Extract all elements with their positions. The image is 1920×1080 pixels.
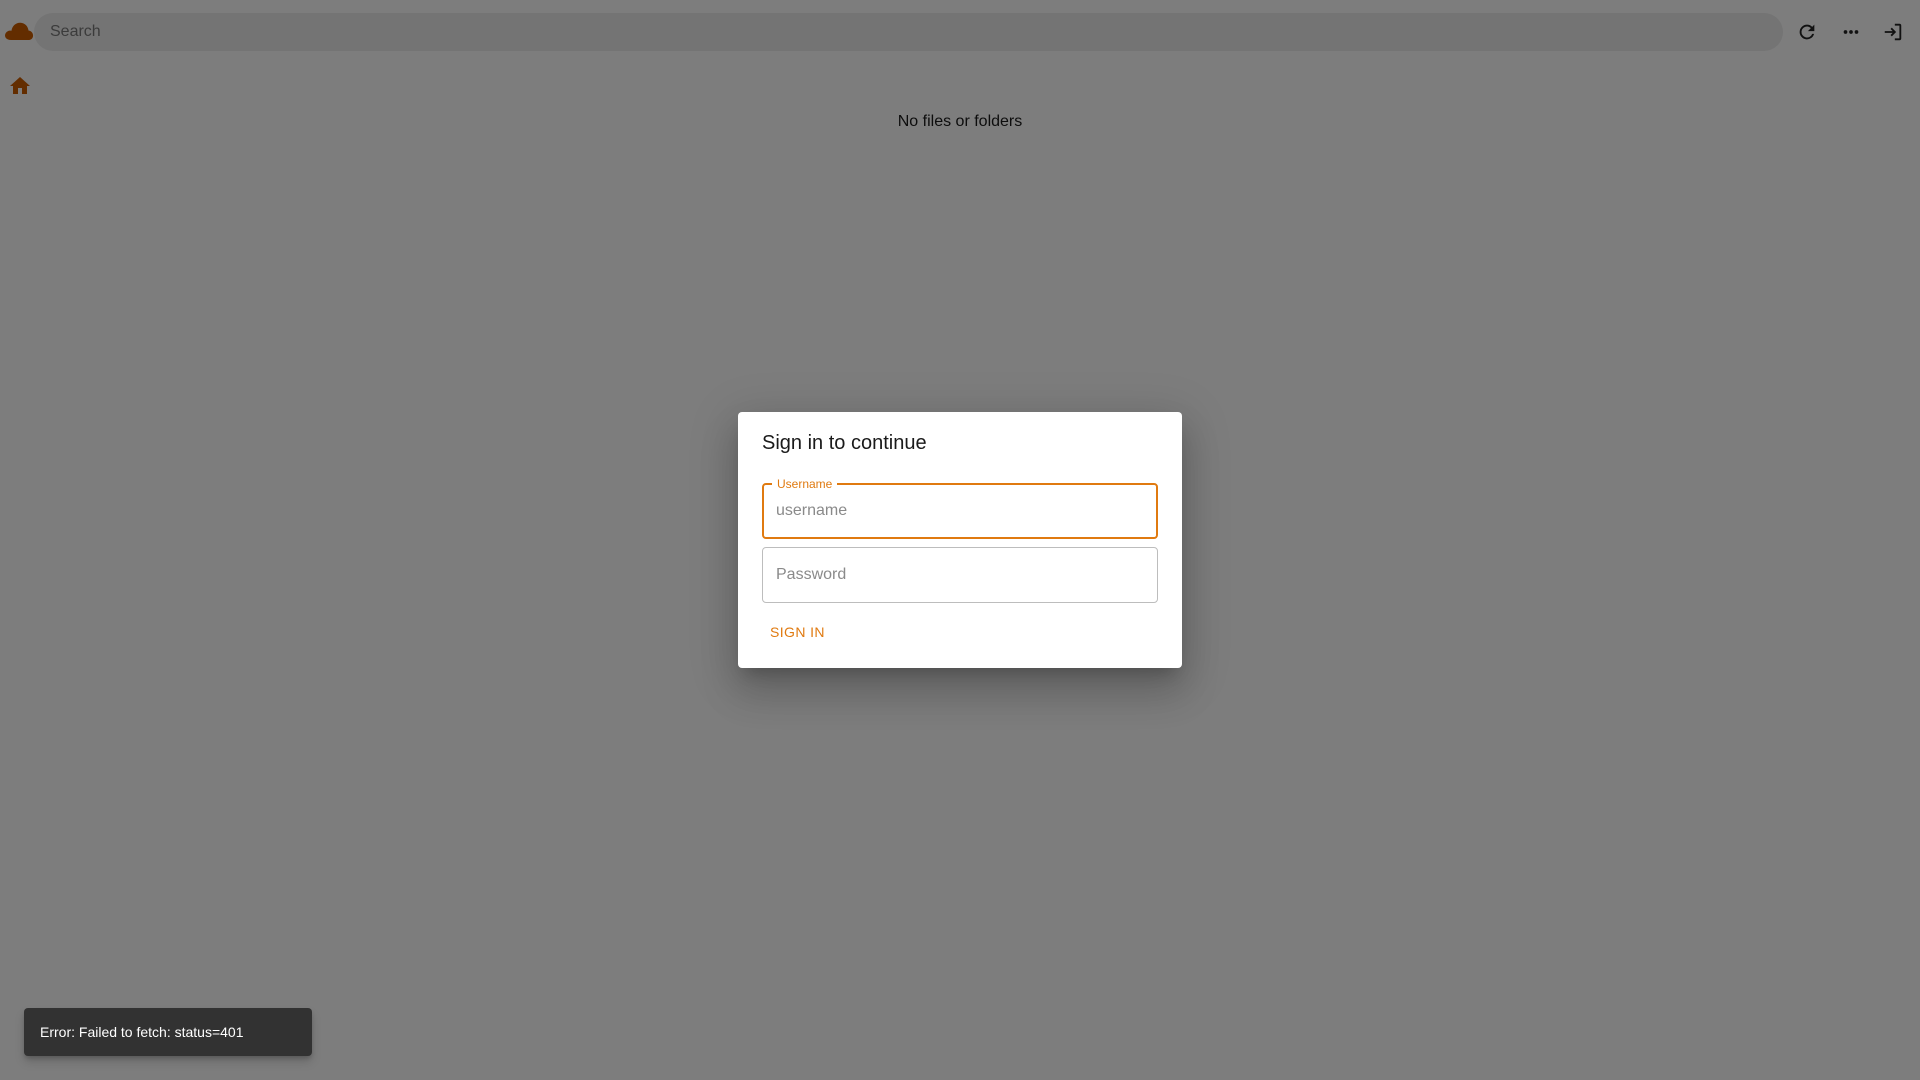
password-field (762, 547, 1158, 603)
dialog-title: Sign in to continue (762, 432, 927, 454)
sign-in-button[interactable]: SIGN IN (762, 614, 833, 650)
app-root: No files or folders Sign in to continue … (0, 0, 1920, 1080)
sign-in-dialog: Sign in to continue Username SIGN IN (738, 412, 1182, 668)
error-snackbar: Error: Failed to fetch: status=401 (24, 1008, 312, 1056)
password-input[interactable] (776, 548, 1146, 602)
snackbar-message: Error: Failed to fetch: status=401 (40, 1024, 244, 1040)
username-field: Username (762, 477, 1158, 539)
username-input[interactable] (776, 485, 1146, 537)
